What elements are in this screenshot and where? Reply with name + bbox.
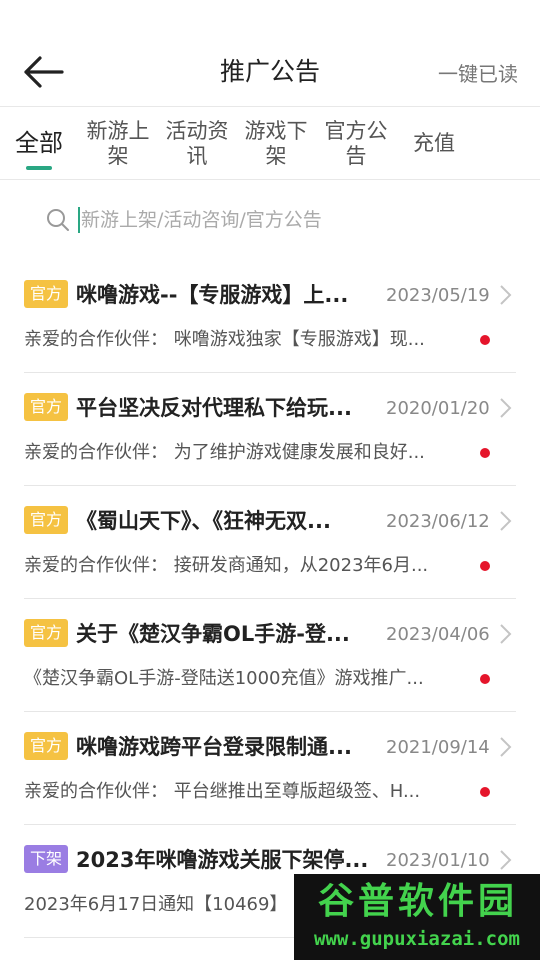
back-button[interactable] (20, 52, 66, 92)
unread-dot (480, 335, 490, 345)
official-badge: 官方 (24, 280, 69, 308)
active-tab-indicator (26, 166, 52, 170)
announcement-item[interactable]: 官方 平台坚决反对代理私下给玩... 2020/01/20 亲爱的合作伙伴： 为… (24, 373, 516, 486)
category-tabs: 全部 新游上架 活动资讯 游戏下架 官方公告 充值 (0, 107, 540, 180)
announcement-item[interactable]: 官方 关于《楚汉争霸OL手游-登... 2023/04/06 《楚汉争霸OL手游… (24, 599, 516, 712)
tab-label: 活动资讯 (165, 118, 229, 168)
chevron-right-icon (500, 285, 512, 305)
unread-dot (480, 787, 490, 797)
search-bar[interactable] (46, 202, 506, 238)
announcement-date: 2023/04/06 (386, 624, 490, 645)
watermark-logo: 谷普软件园 www.gupuxiazai.com (294, 874, 540, 960)
tab-events[interactable]: 活动资讯 (163, 107, 231, 180)
announcement-item[interactable]: 官方 咪噜游戏--【专服游戏】上... 2023/05/19 亲爱的合作伙伴： … (24, 260, 516, 373)
announcement-date: 2023/06/12 (386, 511, 490, 532)
chevron-right-icon (500, 511, 512, 531)
tab-label: 游戏下架 (244, 118, 308, 168)
chevron-right-icon (500, 624, 512, 644)
unread-dot (480, 561, 490, 571)
announcement-date: 2023/01/10 (386, 850, 490, 871)
mark-all-read-button[interactable]: 一键已读 (438, 58, 518, 87)
search-icon (47, 209, 69, 231)
tab-official[interactable]: 官方公告 (322, 107, 390, 180)
announcement-summary: 亲爱的合作伙伴： 接研发商通知，从2023年6月... (24, 555, 429, 576)
announcement-title: 咪噜游戏--【专服游戏】上... (76, 283, 349, 307)
unread-dot (480, 674, 490, 684)
official-badge: 官方 (24, 506, 69, 534)
announcement-date: 2021/09/14 (386, 737, 490, 758)
offline-badge: 下架 (24, 845, 69, 873)
tab-all[interactable]: 全部 (8, 107, 70, 180)
announcement-summary: 亲爱的合作伙伴： 为了维护游戏健康发展和良好... (24, 442, 425, 463)
announcement-summary: 亲爱的合作伙伴： 咪噜游戏独家【专服游戏】现... (24, 329, 425, 350)
official-badge: 官方 (24, 393, 69, 421)
tab-recharge[interactable]: 充值 (404, 107, 464, 180)
announcement-title: 平台坚决反对代理私下给玩... (76, 396, 352, 420)
official-badge: 官方 (24, 619, 69, 647)
announcement-title: 关于《楚汉争霸OL手游-登... (76, 622, 350, 646)
announcement-summary: 《楚汉争霸OL手游-登陆送1000充值》游戏推广... (24, 668, 424, 689)
announcement-title: 咪噜游戏跨平台登录限制通... (76, 735, 352, 759)
announcement-date: 2020/01/20 (386, 398, 490, 419)
announcement-title: 《蜀山天下》、《狂神无双... (76, 509, 331, 533)
watermark-logo-text: 谷普软件园 (317, 881, 518, 922)
unread-dot (480, 448, 490, 458)
tab-label: 充值 (413, 131, 455, 155)
tab-label: 全部 (15, 129, 63, 157)
chevron-right-icon (500, 737, 512, 757)
watermark-url: www.gupuxiazai.com (314, 928, 520, 950)
tab-game-removal[interactable]: 游戏下架 (242, 107, 310, 180)
search-input[interactable] (80, 209, 461, 231)
announcement-item[interactable]: 官方 《蜀山天下》、《狂神无双... 2023/06/12 亲爱的合作伙伴： 接… (24, 486, 516, 599)
official-badge: 官方 (24, 732, 69, 760)
announcement-list: 官方 咪噜游戏--【专服游戏】上... 2023/05/19 亲爱的合作伙伴： … (0, 260, 540, 938)
tab-label: 新游上架 (86, 118, 150, 168)
announcement-summary: 亲爱的合作伙伴： 平台继推出至尊版超级签、H... (24, 781, 421, 802)
top-bar: 推广公告 一键已读 (0, 0, 540, 107)
announcement-date: 2023/05/19 (386, 285, 490, 306)
announcement-item[interactable]: 官方 咪噜游戏跨平台登录限制通... 2021/09/14 亲爱的合作伙伴： 平… (24, 712, 516, 825)
tab-label: 官方公告 (324, 118, 388, 168)
chevron-right-icon (500, 398, 512, 418)
tab-new-games[interactable]: 新游上架 (84, 107, 152, 180)
arrow-left-icon (24, 56, 64, 88)
announcement-title: 2023年咪噜游戏关服下架停... (76, 848, 369, 872)
chevron-right-icon (500, 850, 512, 870)
